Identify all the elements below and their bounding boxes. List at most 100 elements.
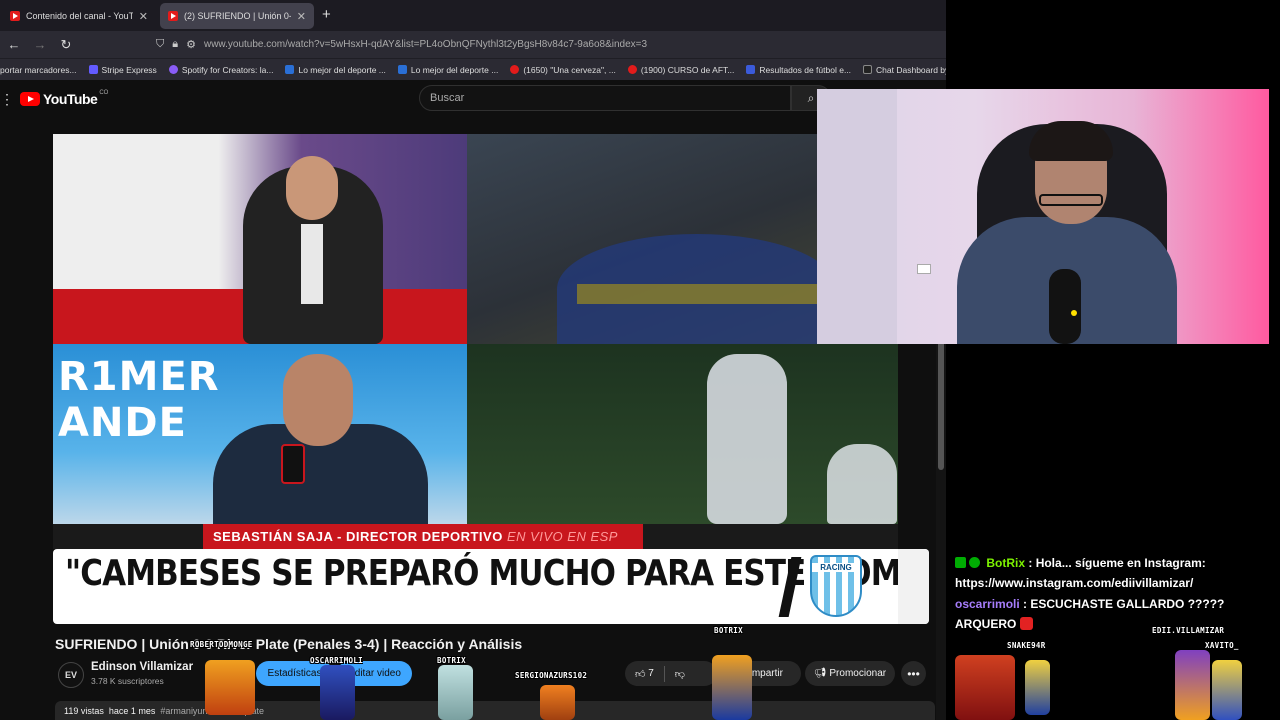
bookmark-label: Resultados de fútbol e... — [759, 64, 852, 75]
address-bar[interactable]: ⛉ 🔒︎ ⚙ www.youtube.com/watch?v=5wHsxH-qd… — [156, 34, 946, 55]
site-icon — [746, 65, 756, 74]
chat-message: oscarrimoli : ESCUCHASTE GALLARDO ????? … — [955, 597, 1225, 631]
sprite-character — [205, 660, 255, 715]
promote-button[interactable]: 📢︎ Promocionar — [805, 661, 895, 686]
webcam-wall — [817, 89, 897, 344]
bookmark-item[interactable]: Spotify for Creators: la... — [168, 65, 273, 75]
permissions-icon[interactable]: ⚙ — [186, 38, 196, 51]
sprite-character — [438, 665, 473, 720]
video-panel-interview: R1MER ANDE — [53, 344, 467, 544]
site-icon — [285, 65, 295, 74]
bg-text-line1: R1MER — [58, 354, 220, 400]
lower-third-live: EN VIVO EN ESP — [506, 529, 618, 544]
menu-icon[interactable]: ⋮ — [0, 91, 14, 108]
bookmark-item[interactable]: (1650) "Una cerveza", ... — [510, 65, 616, 75]
like-dislike-group: 👍︎ 7 👎︎ — [625, 661, 717, 686]
dislike-icon[interactable]: 👎︎ — [675, 668, 685, 680]
search-input[interactable]: Buscar — [419, 85, 791, 111]
bookmark-item[interactable]: Lo mejor del deporte ... — [397, 64, 499, 75]
microphone-icon — [281, 444, 305, 484]
bookmark-label: Chat Dashboard by C... — [876, 64, 946, 75]
channel-avatar[interactable]: EV — [58, 662, 84, 688]
close-tab-icon[interactable]: ✕ — [297, 10, 306, 23]
banner-end — [898, 549, 929, 624]
bookmark-item[interactable]: portar marcadores... — [0, 65, 77, 75]
tab-video[interactable]: (2) SUFRIENDO | Unión 0-0 River ✕ — [160, 3, 314, 29]
crest-label: RACING — [812, 563, 860, 572]
scrollbar-thumb[interactable] — [938, 330, 944, 470]
video-player[interactable]: R1MER ANDE SEBASTIÁN SAJA - DIRECTOR DEPO… — [53, 134, 898, 549]
emote-icon — [1020, 617, 1034, 630]
channel-row: EV Edinson Villamizar 3.78 K suscriptore… — [55, 660, 935, 692]
lower-third: SEBASTIÁN SAJA - DIRECTOR DEPORTIVO EN V… — [203, 524, 643, 549]
bookmark-item[interactable]: Resultados de fútbol e... — [746, 65, 851, 75]
shield-icon[interactable]: ⛉ — [156, 38, 164, 51]
interviewee-head — [283, 354, 353, 446]
sprite-character — [320, 665, 355, 720]
close-tab-icon[interactable]: ✕ — [139, 10, 148, 23]
bookmark-label: Stripe Express — [101, 64, 157, 75]
country-code: CO — [99, 90, 109, 96]
youtube-logo[interactable]: YouTube CO — [20, 90, 109, 107]
more-options-icon[interactable]: ••• — [901, 661, 926, 686]
like-count[interactable]: 7 — [648, 668, 654, 679]
background-logo-text: R1MER ANDE — [58, 354, 220, 446]
overlay-name: BOTRIX — [714, 626, 743, 635]
stadium-stripe — [577, 284, 817, 304]
sprite-character — [540, 685, 575, 720]
forward-icon[interactable]: → — [28, 37, 52, 52]
spotify-icon — [168, 65, 178, 74]
overlay-name: OSCARRIMOLI — [310, 656, 363, 665]
chat-username: BotRix — [986, 556, 1026, 570]
channel-name[interactable]: Edinson Villamizar — [91, 661, 193, 673]
new-tab-icon[interactable]: + — [322, 6, 331, 23]
sprite-character — [1175, 650, 1210, 720]
verified-badge-icon — [969, 557, 980, 568]
bookmark-label: Lo mejor del deporte ... — [410, 64, 499, 75]
stripe-icon — [88, 65, 98, 74]
browser-window: Contenido del canal - YouTube Studio ✕ (… — [0, 0, 946, 720]
bookmark-label: (1900) CURSO de AFT... — [640, 64, 735, 75]
view-count: 119 vistas — [64, 706, 104, 716]
sprite-character — [1025, 660, 1050, 715]
overlay-name: XAVITO_ — [1205, 641, 1239, 650]
bookmark-item[interactable]: Lo mejor del deporte ... — [285, 64, 386, 75]
moderator-badge-icon — [955, 557, 966, 568]
tab-studio[interactable]: Contenido del canal - YouTube Studio ✕ — [2, 3, 156, 29]
youtube-icon — [627, 65, 637, 74]
stream-screen: Contenido del canal - YouTube Studio ✕ (… — [0, 0, 1280, 720]
description-box[interactable]: 119 vistas hace 1 mes #armaniyunion #riv… — [55, 701, 935, 720]
bookmark-item[interactable]: Chat Dashboard by C... — [863, 65, 946, 75]
reload-icon[interactable]: ↻ — [54, 37, 78, 53]
youtube-favicon-icon — [10, 11, 20, 21]
back-icon[interactable]: ← — [2, 37, 26, 52]
wall-outlet — [917, 264, 931, 274]
webcam-feed — [817, 89, 1269, 344]
youtube-icon — [510, 65, 520, 74]
bookmark-label: (1650) "Una cerveza", ... — [523, 64, 616, 75]
divider — [663, 665, 665, 682]
glasses-icon — [1039, 194, 1103, 206]
video-title: SUFRIENDO | Unión 0-0 River Plate (Penal… — [55, 636, 523, 652]
bookmark-label: portar marcadores... — [0, 64, 77, 75]
youtube-favicon-icon — [168, 11, 178, 21]
tab-title: (2) SUFRIENDO | Unión 0-0 River — [184, 11, 291, 21]
sprite-character — [1212, 660, 1242, 720]
subscriber-count: 3.78 K suscriptores — [91, 676, 164, 686]
player-figure — [707, 354, 787, 524]
youtube-header: ⋮ YouTube CO Buscar ⌕ — [0, 80, 946, 116]
bookmark-item[interactable]: Stripe Express — [88, 64, 157, 75]
chat-message: BotRix : Hola... sígueme en Instagram: h… — [955, 556, 1206, 590]
like-icon[interactable]: 👍︎ — [635, 668, 645, 680]
lower-third-text: SEBASTIÁN SAJA - DIRECTOR DEPORTIVO — [213, 529, 503, 544]
bookmark-item[interactable]: (1900) CURSO de AFT... — [627, 64, 735, 75]
video-panel-match — [467, 344, 898, 524]
bg-text-line2: ANDE — [58, 400, 187, 446]
site-icon — [397, 65, 407, 74]
youtube-play-icon — [20, 92, 40, 106]
overlay-name: SERGIONAZURS102 — [515, 671, 588, 680]
lock-icon[interactable]: 🔒︎ — [172, 38, 178, 51]
video-panel-presenter — [53, 134, 467, 344]
bookmark-label: Lo mejor del deporte ... — [298, 64, 386, 75]
url-text[interactable]: www.youtube.com/watch?v=5wHsxH-qdAY&list… — [204, 39, 647, 50]
